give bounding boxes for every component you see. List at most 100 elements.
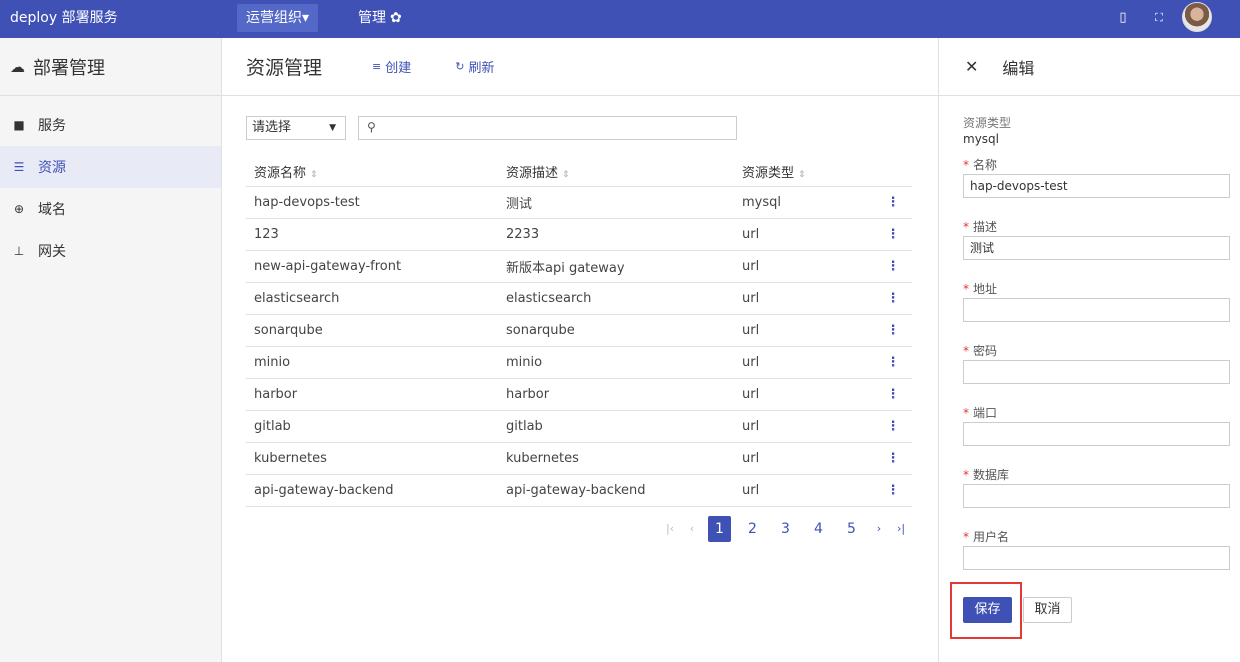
more-icon[interactable]: ⋮: [874, 259, 912, 274]
port-input[interactable]: [963, 422, 1230, 446]
page-button[interactable]: 5: [835, 516, 868, 542]
cell-desc: elasticsearch: [506, 291, 592, 306]
sort-icon: ⇕: [798, 169, 806, 180]
page-button[interactable]: 3: [769, 516, 802, 542]
field-label-text: 地址: [973, 282, 998, 296]
username-input[interactable]: [963, 546, 1230, 570]
more-icon[interactable]: ⋮: [874, 227, 912, 242]
table-row[interactable]: minio minio url ⋮: [246, 347, 912, 379]
field-name: * 名称 hap-devops-test: [963, 156, 1230, 198]
database-input[interactable]: [963, 484, 1230, 508]
more-icon[interactable]: ⋮: [874, 483, 912, 498]
page-button[interactable]: 2: [736, 516, 769, 542]
cell-desc: 新版本api gateway: [506, 261, 625, 276]
more-icon[interactable]: ⋮: [874, 451, 912, 466]
more-icon[interactable]: ⋮: [874, 387, 912, 402]
sidebar-item-service[interactable]: ■ 服务: [0, 104, 221, 146]
more-icon[interactable]: ⋮: [874, 323, 912, 338]
briefcase-icon: ■: [13, 118, 25, 132]
create-button[interactable]: ≡ 创建: [372, 57, 411, 76]
field-label: * 名称: [963, 156, 1230, 174]
description-input[interactable]: 测试: [963, 236, 1230, 260]
filter-select[interactable]: 请选择 ▼: [246, 116, 346, 140]
database-icon: ☰: [13, 160, 25, 174]
sidebar-item-domain[interactable]: ⊕ 域名: [0, 188, 221, 230]
resource-type-value: mysql: [963, 132, 999, 146]
required-icon: *: [963, 406, 969, 420]
cell-type: url: [742, 419, 760, 434]
save-button[interactable]: 保存: [963, 597, 1012, 623]
table-row[interactable]: 123 2233 url ⋮: [246, 219, 912, 251]
field-address: * 地址: [963, 280, 1230, 322]
required-icon: *: [963, 468, 969, 482]
document-icon[interactable]: ▯: [1116, 10, 1130, 26]
column-label: 资源描述: [506, 165, 559, 181]
field-port: * 端口: [963, 404, 1230, 446]
table-header: 资源名称 ⇕ 资源描述 ⇕ 资源类型 ⇕: [246, 156, 912, 187]
more-icon[interactable]: ⋮: [874, 355, 912, 370]
first-page-icon[interactable]: |‹: [659, 516, 681, 542]
cell-type: url: [742, 483, 760, 498]
cancel-button[interactable]: 取消: [1023, 597, 1072, 623]
field-label: * 数据库: [963, 466, 1230, 484]
avatar[interactable]: [1182, 2, 1212, 32]
required-icon: *: [963, 158, 969, 172]
next-page-icon[interactable]: ›: [868, 516, 890, 542]
cell-type: url: [742, 227, 760, 242]
table-row[interactable]: hap-devops-test 测试 mysql ⋮: [246, 187, 912, 219]
cloud-icon: ☁: [10, 57, 25, 76]
sidebar-item-label: 服务: [38, 118, 66, 134]
field-label: * 描述: [963, 218, 1230, 236]
cell-type: url: [742, 387, 760, 402]
table-row[interactable]: elasticsearch elasticsearch url ⋮: [246, 283, 912, 315]
refresh-button[interactable]: ↻ 刷新: [455, 57, 494, 76]
filter-placeholder: 请选择: [252, 120, 292, 135]
field-password: * 密码: [963, 342, 1230, 384]
fullscreen-icon[interactable]: ⛶: [1152, 10, 1166, 26]
column-label: 资源类型: [742, 165, 795, 181]
table-row[interactable]: harbor harbor url ⋮: [246, 379, 912, 411]
table-row[interactable]: api-gateway-backend api-gateway-backend ur…: [246, 475, 912, 507]
field-label: * 用户名: [963, 528, 1230, 546]
table-row[interactable]: new-api-gateway-front 新版本api gateway url ⋮: [246, 251, 912, 283]
app-brand[interactable]: deploy 部署服务: [10, 0, 118, 38]
table-row[interactable]: gitlab gitlab url ⋮: [246, 411, 912, 443]
page-title: 资源管理: [246, 57, 323, 79]
more-icon[interactable]: ⋮: [874, 419, 912, 434]
cell-name: gitlab: [254, 419, 291, 434]
more-icon[interactable]: ⋮: [874, 195, 912, 210]
password-input[interactable]: [963, 360, 1230, 384]
manage-menu[interactable]: 管理 ✿: [358, 0, 402, 38]
page-button-current[interactable]: 1: [708, 516, 731, 542]
org-selector-button[interactable]: 运营组织▾: [237, 4, 319, 32]
cell-type: url: [742, 355, 760, 370]
search-input[interactable]: ⚲: [358, 116, 737, 140]
gateway-icon: ⊥: [13, 244, 25, 258]
cell-desc: minio: [506, 355, 543, 370]
gear-icon: ✿: [390, 10, 402, 26]
column-header-name[interactable]: 资源名称 ⇕: [246, 162, 498, 181]
edit-panel: ✕ 编辑 资源类型 mysql * 名称 hap-devops-test * 描述 …: [938, 38, 1240, 662]
page-button[interactable]: 4: [802, 516, 835, 542]
last-page-icon[interactable]: ›|: [890, 516, 912, 542]
sidebar-item-gateway[interactable]: ⊥ 网关: [0, 230, 221, 272]
main-content: 资源管理 ≡ 创建 ↻ 刷新 请选择 ▼ ⚲ 资源名称 ⇕ 资源描述 ⇕ 资源类型 ⇕ h…: [222, 38, 938, 662]
main-header: 资源管理 ≡ 创建 ↻ 刷新: [222, 38, 938, 96]
cell-name: kubernetes: [254, 451, 327, 466]
address-input[interactable]: [963, 298, 1230, 322]
prev-page-icon[interactable]: ‹: [681, 516, 703, 542]
table-row[interactable]: sonarqube sonarqube url ⋮: [246, 315, 912, 347]
cell-desc: kubernetes: [506, 451, 579, 466]
close-icon[interactable]: ✕: [965, 57, 978, 76]
cell-type: url: [742, 451, 760, 466]
name-input[interactable]: hap-devops-test: [963, 174, 1230, 198]
pagination: |‹ ‹ 1 2 3 4 5 › ›|: [659, 514, 912, 544]
cell-name: api-gateway-backend: [254, 483, 394, 498]
column-header-desc[interactable]: 资源描述 ⇕: [498, 162, 734, 181]
sidebar-item-resource[interactable]: ☰ 资源: [0, 146, 221, 188]
column-header-type[interactable]: 资源类型 ⇕: [734, 162, 874, 181]
field-label-text: 名称: [973, 158, 998, 172]
cell-name: new-api-gateway-front: [254, 259, 402, 274]
more-icon[interactable]: ⋮: [874, 291, 912, 306]
table-row[interactable]: kubernetes kubernetes url ⋮: [246, 443, 912, 475]
